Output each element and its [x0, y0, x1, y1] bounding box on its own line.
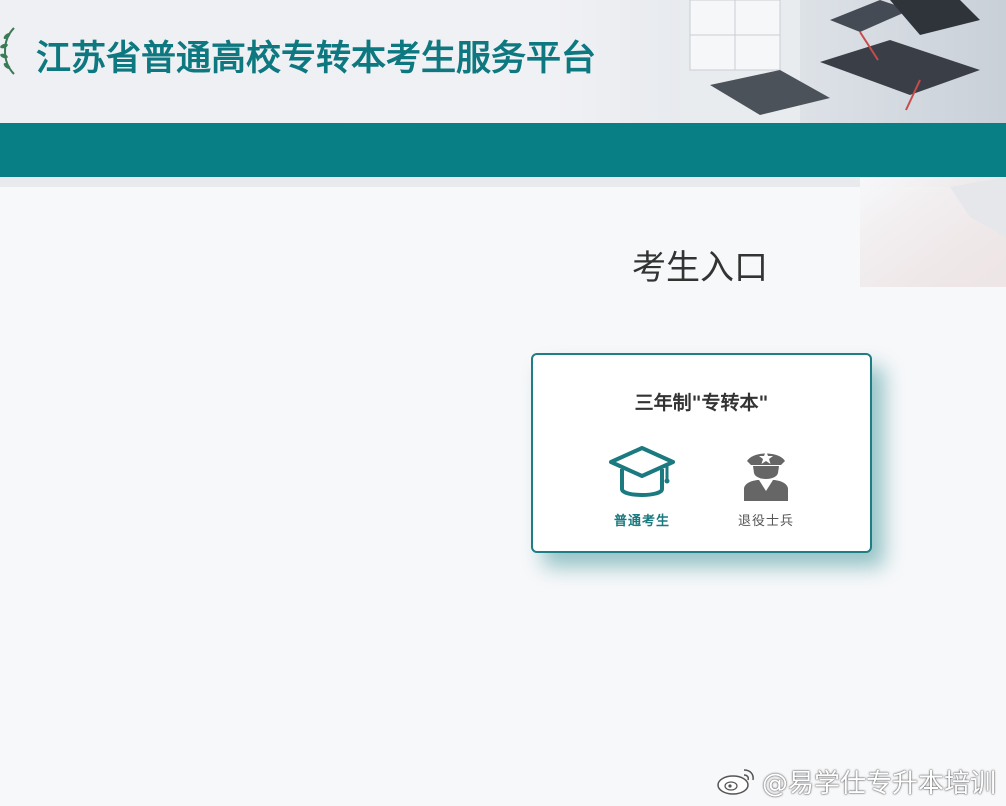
nav-divider	[0, 177, 1006, 187]
decorative-background	[860, 177, 1006, 287]
portal-title: 考生入口	[632, 248, 768, 288]
watermark-text: @易学仕专升本培训	[762, 768, 997, 799]
site-title: 江苏省普通高校专转本考生服务平台	[36, 39, 597, 79]
veteran-option[interactable]: 退役士兵	[716, 445, 816, 529]
normal-student-label: 普通考生	[613, 514, 670, 529]
watermark: @易学仕专升本培训	[716, 764, 997, 799]
laurel-emblem-icon	[0, 27, 15, 75]
graduation-caps-background-icon	[680, 0, 980, 123]
graduation-cap-icon	[609, 446, 675, 497]
entry-card: 三年制"专转本" 普通考生 退役士兵	[531, 353, 872, 553]
nav-bar	[0, 123, 1006, 177]
veteran-label: 退役士兵	[737, 514, 794, 529]
card-title: 三年制"专转本"	[634, 392, 769, 414]
soldier-icon	[744, 451, 788, 501]
site-header: 江苏省普通高校专转本考生服务平台	[0, 0, 1006, 123]
weibo-icon	[717, 769, 754, 795]
normal-student-option[interactable]: 普通考生	[592, 445, 692, 529]
